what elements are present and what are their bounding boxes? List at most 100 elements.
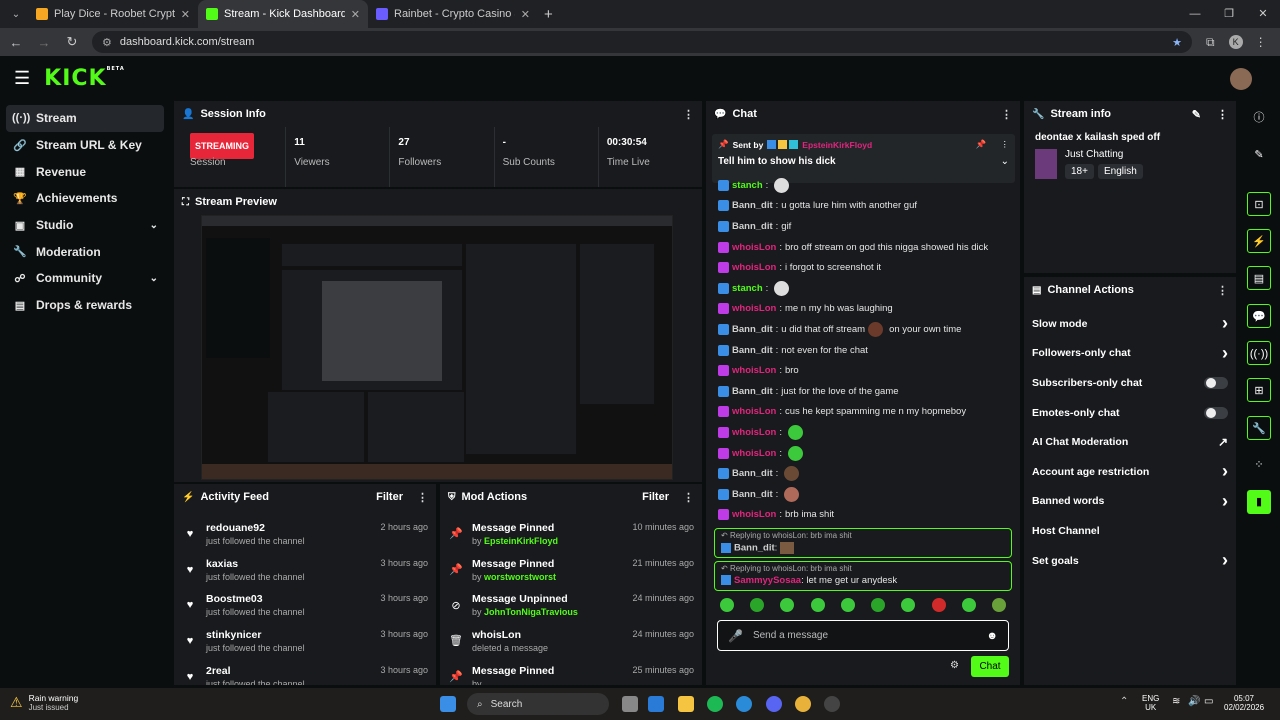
chat-username[interactable]: whoisLon	[732, 406, 776, 417]
activity-user[interactable]: redouane92	[206, 522, 380, 534]
chat-message[interactable]: Bann_dit: u did that off stream on your ow…	[706, 319, 1020, 340]
chevron-right-icon[interactable]: ›	[1222, 343, 1228, 364]
clock[interactable]: 05:07 02/02/2026	[1224, 694, 1264, 712]
chat-username[interactable]: SammyySosaa	[734, 575, 801, 586]
chat-input-box[interactable]: 🎤 ☻	[717, 620, 1009, 651]
channel-action-account-age-restriction[interactable]: Account age restriction ›	[1024, 457, 1236, 487]
chat-username[interactable]: Bann_dit	[732, 468, 773, 479]
mod-filter-button[interactable]: Filter	[642, 491, 669, 503]
activity-menu-icon[interactable]: ⋮	[417, 491, 428, 504]
chat-message[interactable]: Bann_dit: not even for the chat	[706, 340, 1020, 361]
chat-settings-gear-icon[interactable]: ⚙	[950, 660, 959, 671]
sidebar-item-moderation[interactable]: 🔧 Moderation	[6, 238, 164, 265]
chat-message[interactable]: Bann_dit: just for the love of the game	[706, 381, 1020, 402]
channel-action-set-goals[interactable]: Set goals ›	[1024, 546, 1236, 576]
chat-message[interactable]: whoisLon:	[706, 422, 1020, 443]
activity-filter-button[interactable]: Filter	[376, 491, 403, 503]
toggle-switch[interactable]	[1204, 376, 1228, 389]
chat-username[interactable]: whoisLon	[732, 365, 776, 376]
url-field[interactable]: ⚙ dashboard.kick.com/stream ★	[92, 31, 1192, 53]
activity-user[interactable]: kaxias	[206, 558, 380, 570]
emote-picker-icon[interactable]	[961, 598, 976, 612]
site-info-icon[interactable]: ⚙	[102, 36, 112, 49]
chat-message[interactable]: whoisLon: brb ima shit	[706, 505, 1020, 526]
channel-action-slow-mode[interactable]: Slow mode ›	[1024, 309, 1236, 339]
emote-picker-icon[interactable]	[750, 598, 765, 612]
tab-search-button[interactable]: ⌄	[4, 4, 28, 24]
chat-username[interactable]: Bann_dit	[732, 200, 773, 211]
tray-chevron-icon[interactable]: ⌃	[1120, 696, 1128, 707]
mod-menu-icon[interactable]: ⋮	[683, 491, 694, 504]
chat-message[interactable]: Bann_dit: gif	[706, 216, 1020, 237]
chat-reply[interactable]: ↶ Replying to whoisLon: brb ima shit Samm…	[714, 561, 1012, 591]
chat-message[interactable]: whoisLon:	[706, 443, 1020, 464]
chat-reply[interactable]: ↶ Replying to whoisLon: brb ima shit Bann…	[714, 528, 1012, 558]
close-window-button[interactable]: ✕	[1246, 0, 1280, 28]
chat-username[interactable]: whoisLon	[732, 509, 776, 520]
emote-picker-icon[interactable]	[871, 598, 886, 612]
mod-action-user[interactable]: JohnTonNigaTravious	[484, 607, 578, 617]
chevron-right-icon[interactable]: ›	[1222, 313, 1228, 334]
file-explorer-icon[interactable]	[678, 696, 694, 712]
chat-username[interactable]: Bann_dit	[732, 345, 773, 356]
volume-icon[interactable]: 🔊	[1188, 696, 1200, 707]
browser-tab[interactable]: Play Dice - Roobet Crypto Casino ✕	[28, 0, 198, 28]
activity-user[interactable]: stinkynicer	[206, 629, 380, 641]
tab-close-icon[interactable]: ✕	[521, 8, 530, 21]
browser-tab[interactable]: Rainbet - Crypto Casino & Spo ✕	[368, 0, 538, 28]
activity-user[interactable]: 2real	[206, 665, 380, 677]
chat-username[interactable]: Bann_dit	[732, 221, 773, 232]
edit-icon[interactable]: ✎	[1247, 143, 1271, 167]
browser-tab[interactable]: Stream - Kick Dashboard ✕	[198, 0, 368, 28]
taskbar-search[interactable]: ⌕ Search	[467, 693, 609, 715]
chevron-down-icon[interactable]: ⌄	[150, 220, 158, 231]
chrome-icon[interactable]	[795, 696, 811, 712]
sidebar-item-stream[interactable]: ((·)) Stream	[6, 105, 164, 132]
chat-username[interactable]: Bann_dit	[732, 324, 773, 335]
sidebar-item-community[interactable]: ☍ Community ⌄	[6, 265, 164, 292]
activity-user[interactable]: Boostme03	[206, 593, 380, 605]
spotify-icon[interactable]	[707, 696, 723, 712]
toggle-switch[interactable]	[1204, 406, 1228, 419]
emoji-icon[interactable]: ☻	[986, 630, 998, 642]
chat-send-button[interactable]: Chat	[971, 656, 1009, 677]
emote-picker-icon[interactable]	[840, 598, 855, 612]
chevron-right-icon[interactable]: ›	[1222, 550, 1228, 571]
tab-close-icon[interactable]: ✕	[181, 8, 190, 21]
emote-picker-icon[interactable]	[991, 598, 1006, 612]
channel-action-host-channel[interactable]: Host Channel	[1024, 516, 1236, 546]
chat-message[interactable]: stanch:	[706, 175, 1020, 196]
tools-icon[interactable]: 🔧	[1247, 416, 1271, 440]
stream-preview-video[interactable]	[201, 215, 673, 480]
chat-menu-icon[interactable]: ⋮	[1001, 108, 1012, 121]
edit-pencil-icon[interactable]: ✎	[1192, 108, 1201, 121]
emote-picker-icon[interactable]	[901, 598, 916, 612]
chat-username[interactable]: whoisLon	[732, 242, 776, 253]
highlight-icon[interactable]: ▮	[1247, 490, 1271, 514]
bookmark-star-icon[interactable]: ★	[1172, 36, 1182, 49]
chevron-right-icon[interactable]: ›	[1222, 461, 1228, 482]
obs-icon[interactable]	[824, 696, 840, 712]
weather-widget[interactable]: ⚠ Rain warning Just issued	[10, 693, 78, 712]
mod-action-user[interactable]: worstworstworst	[484, 572, 556, 582]
chat-message[interactable]: whoisLon: me n my hb was laughing	[706, 299, 1020, 320]
chat-message[interactable]: Bann_dit:	[706, 484, 1020, 505]
chat-input[interactable]	[752, 630, 987, 641]
session-menu-icon[interactable]: ⋮	[683, 108, 694, 121]
chat-username[interactable]: whoisLon	[732, 262, 776, 273]
new-tab-button[interactable]: +	[544, 6, 553, 23]
chat-username[interactable]: stanch	[732, 180, 763, 191]
emote-picker-icon[interactable]	[810, 598, 825, 612]
reload-button[interactable]: ↻	[60, 34, 84, 50]
browser-menu-icon[interactable]: ⋮	[1255, 35, 1267, 49]
chat-username[interactable]: whoisLon	[732, 303, 776, 314]
note-icon[interactable]: ▤	[1247, 266, 1271, 290]
chevron-down-icon[interactable]: ⌄	[1001, 156, 1009, 167]
chat-username[interactable]: Bann_dit	[732, 489, 773, 500]
battery-icon[interactable]: ▭	[1204, 696, 1213, 707]
unpin-icon[interactable]: 📌	[976, 139, 987, 150]
info-icon[interactable]: ⓘ	[1247, 106, 1271, 130]
sidebar-item-stream-url-key[interactable]: 🔗 Stream URL & Key	[6, 132, 164, 159]
mod-action-user[interactable]: EpsteinKirkFloyd	[484, 536, 558, 546]
chat-icon[interactable]: 💬	[1247, 304, 1271, 328]
